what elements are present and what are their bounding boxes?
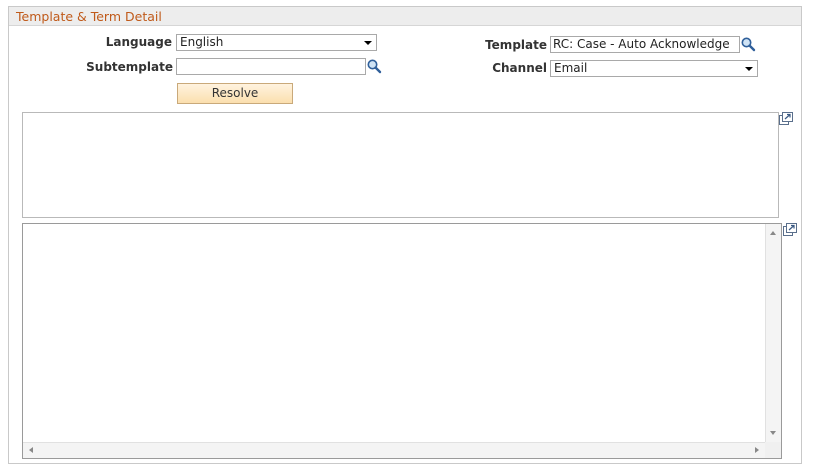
template-lookup-icon[interactable] (740, 36, 756, 52)
subtemplate-lookup-icon[interactable] (366, 58, 382, 74)
language-select[interactable]: English (176, 34, 377, 51)
horizontal-scrollbar[interactable] (23, 442, 765, 458)
language-select-value: English (180, 35, 224, 49)
scroll-right-icon[interactable] (755, 447, 759, 453)
expand-window-icon[interactable] (783, 223, 797, 236)
channel-select-value: Email (554, 61, 588, 75)
panel-title: Template & Term Detail (16, 9, 162, 24)
scroll-down-icon[interactable] (770, 431, 776, 435)
chevron-down-icon (745, 67, 753, 71)
language-label: Language (105, 35, 172, 49)
chevron-down-icon (364, 41, 372, 45)
template-input[interactable]: RC: Case - Auto Acknowledge (550, 36, 740, 53)
template-label: Template (485, 38, 547, 52)
vertical-scrollbar[interactable] (765, 224, 781, 442)
channel-label: Channel (492, 61, 547, 75)
resolved-body-textarea[interactable] (22, 223, 782, 459)
channel-select[interactable]: Email (550, 60, 758, 77)
scroll-left-icon[interactable] (29, 447, 33, 453)
subtemplate-label: Subtemplate (86, 60, 173, 74)
subtemplate-input[interactable] (176, 58, 366, 75)
resolve-button[interactable]: Resolve (177, 83, 293, 104)
scrollbar-corner (765, 442, 781, 458)
expand-window-icon[interactable] (779, 112, 793, 125)
scroll-up-icon[interactable] (770, 231, 776, 235)
resolved-subject-textarea[interactable] (22, 112, 779, 218)
